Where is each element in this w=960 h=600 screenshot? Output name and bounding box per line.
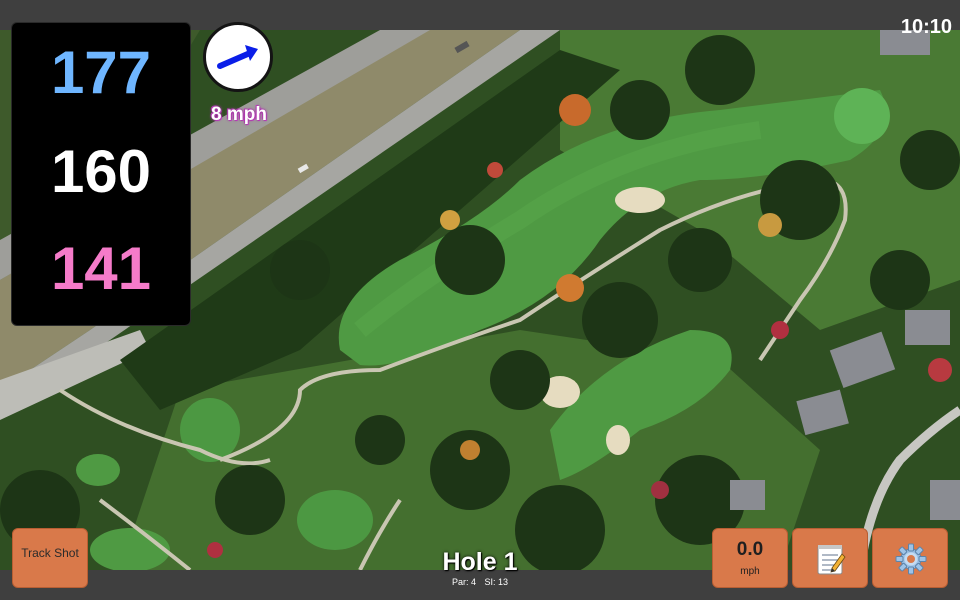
green-hole-4 — [297, 490, 373, 550]
speed-button[interactable]: 0.0 mph — [712, 528, 788, 588]
green-hole-2 — [180, 398, 240, 462]
green-hole-3 — [76, 454, 120, 486]
hole-title: Hole 1 — [442, 548, 518, 576]
scorecard-notes-button[interactable] — [792, 528, 868, 588]
notepad-icon — [817, 545, 846, 575]
back-of-green-distance: 177 — [50, 39, 152, 106]
gear-icon — [895, 543, 927, 575]
green-hole-1 — [834, 88, 890, 144]
hole-stroke-index: SI: 13 — [484, 577, 509, 587]
hole-par: Par: 4 — [451, 577, 476, 587]
front-of-green-distance: 141 — [50, 235, 152, 302]
wind-direction-arrow-icon — [217, 45, 258, 69]
bunker — [615, 187, 665, 213]
settings-button[interactable] — [872, 528, 948, 588]
hole-info: Par: 4 SI: 13 — [380, 577, 580, 587]
bunker — [606, 425, 630, 455]
wind-speed-label: 8 mph — [211, 104, 267, 125]
distance-panel: 177 160 141 — [11, 22, 191, 326]
golf-gps-screen: 10:10 177 160 141 8 mph Track Shot Hole … — [0, 0, 960, 600]
wind-direction-dial — [203, 22, 273, 92]
middle-of-green-distance: 160 — [50, 138, 152, 205]
green-hole-5 — [90, 528, 170, 570]
status-clock: 10:10 — [900, 16, 952, 38]
speed-unit: mph — [740, 566, 760, 577]
speed-value: 0.0 — [736, 539, 764, 560]
track-shot-button[interactable]: Track Shot — [12, 528, 88, 588]
